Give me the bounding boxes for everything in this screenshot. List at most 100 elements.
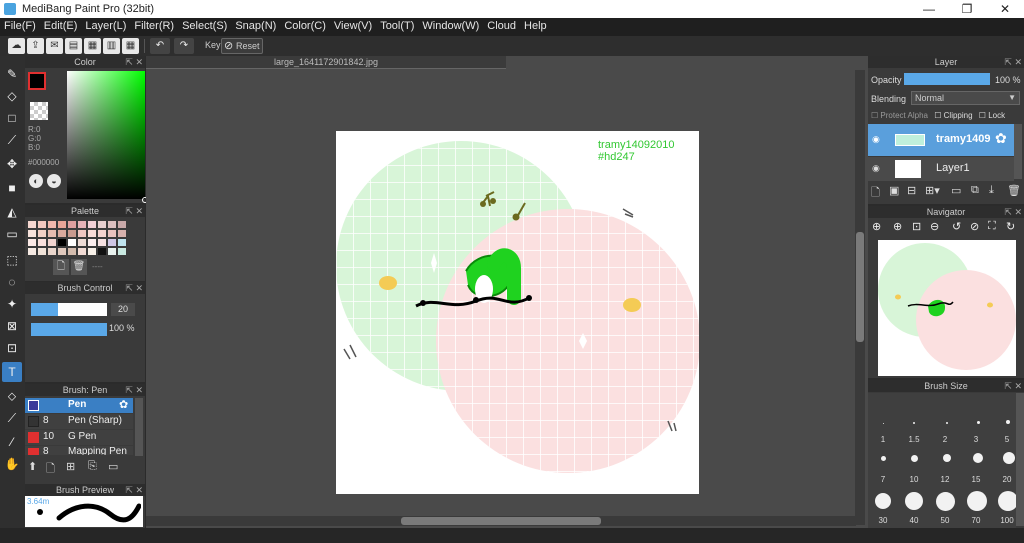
panel-close-icon[interactable]: ⇱ ✕: [125, 282, 143, 294]
text-tool-icon[interactable]: T: [2, 362, 22, 382]
size-dot[interactable]: [911, 455, 918, 462]
palette-swatch[interactable]: [27, 229, 37, 238]
document-tab[interactable]: large_1641172901842.jpg: [146, 56, 506, 69]
palette-swatch[interactable]: [77, 220, 87, 229]
brush-item-pen-sharp[interactable]: 8 Pen (Sharp): [25, 414, 133, 429]
palette-swatch[interactable]: [47, 229, 57, 238]
brush-item-g-pen[interactable]: 10 G Pen: [25, 430, 133, 445]
horizontal-scroll-thumb[interactable]: [401, 517, 601, 525]
palette-swatch[interactable]: [107, 238, 117, 247]
palette-swatch[interactable]: [37, 247, 47, 256]
brush-item-pen[interactable]: Pen ✿: [25, 398, 133, 413]
horizontal-scrollbar[interactable]: [146, 516, 856, 526]
duplicate-layer-icon[interactable]: ⧉: [971, 184, 979, 197]
brush-copy-icon[interactable]: ⎘: [88, 460, 97, 473]
palette-swatch[interactable]: [97, 247, 107, 256]
palette-swatch[interactable]: [117, 247, 127, 256]
zoom-in-icon[interactable]: ⊕: [893, 220, 902, 233]
gradient-tool-icon[interactable]: ▭: [2, 224, 22, 244]
brush-tool-icon[interactable]: ✎: [2, 64, 22, 84]
menu-window[interactable]: Window(W): [418, 18, 483, 32]
palette-swatch[interactable]: [87, 247, 97, 256]
comment-icon[interactable]: ✉: [46, 38, 63, 54]
palette-swatch[interactable]: [117, 238, 127, 247]
layer-row-selected[interactable]: ◉ tramy1409 ✿: [868, 124, 1014, 156]
minimize-button[interactable]: —: [910, 0, 948, 18]
palette-swatch[interactable]: [117, 229, 127, 238]
size-dot[interactable]: [1003, 452, 1015, 464]
eyedropper-icon[interactable]: ⟋: [2, 408, 22, 428]
brush-size-scrollbar[interactable]: [1016, 393, 1024, 526]
line-tool-icon[interactable]: ⟋: [2, 130, 22, 150]
trash-icon[interactable]: 🗑: [1007, 184, 1021, 197]
menu-select[interactable]: Select(S): [178, 18, 231, 32]
menu-file[interactable]: File(F): [0, 18, 40, 32]
size-dot[interactable]: [881, 456, 886, 461]
undo-icon[interactable]: ↶: [150, 38, 170, 54]
panel-close-icon[interactable]: ⇱ ✕: [1004, 206, 1022, 218]
palette-swatch[interactable]: [47, 220, 57, 229]
new-layer-8bit-icon[interactable]: ⊟: [907, 184, 916, 197]
reset-rotation-icon[interactable]: ⊘: [970, 220, 979, 233]
palette-icon[interactable]: ◒: [47, 174, 61, 188]
protect-alpha-checkbox[interactable]: ☐: [871, 111, 880, 120]
select-rect-icon[interactable]: ⬚: [2, 250, 22, 270]
palette-swatch[interactable]: [77, 229, 87, 238]
palette-swatch[interactable]: [97, 220, 107, 229]
close-button[interactable]: ✕: [986, 0, 1024, 18]
layout-icon[interactable]: ▦: [122, 38, 139, 54]
palette-swatch[interactable]: [37, 238, 47, 247]
hand-tool-icon[interactable]: ✋: [2, 454, 22, 474]
size-dot[interactable]: [973, 453, 983, 463]
palette-swatch[interactable]: [117, 220, 127, 229]
menu-edit[interactable]: Edit(E): [40, 18, 82, 32]
brush-size-slider[interactable]: [31, 303, 107, 316]
color-wheel-icon[interactable]: ◐: [29, 174, 43, 188]
rotate-left-icon[interactable]: ↺: [952, 220, 961, 233]
size-dot[interactable]: [946, 422, 948, 424]
fullscreen-icon[interactable]: ⛶: [988, 220, 996, 233]
vertical-scrollbar[interactable]: [855, 70, 865, 525]
palette-swatch[interactable]: [67, 220, 77, 229]
palette-swatch[interactable]: [27, 220, 37, 229]
chat-icon[interactable]: ▤: [65, 38, 82, 54]
vertical-scroll-thumb[interactable]: [856, 232, 864, 342]
palette-swatch[interactable]: [87, 229, 97, 238]
size-dot[interactable]: [1006, 420, 1010, 424]
menu-layer[interactable]: Layer(L): [81, 18, 130, 32]
panel-close-icon[interactable]: ⇱ ✕: [1004, 380, 1022, 392]
eraser-tool-icon[interactable]: ◇: [2, 86, 22, 106]
flip-icon[interactable]: ↻: [1006, 220, 1015, 233]
layer-scrollbar[interactable]: [1014, 124, 1022, 179]
maximize-button[interactable]: ❐: [948, 0, 986, 18]
palette-swatch[interactable]: [27, 247, 37, 256]
palette-swatch[interactable]: [107, 247, 117, 256]
size-dot[interactable]: [883, 423, 884, 424]
palette-swatch[interactable]: [47, 247, 57, 256]
lock-checkbox[interactable]: ☐: [979, 111, 988, 120]
zoom-in-icon[interactable]: ⊕: [872, 220, 881, 233]
menu-tool[interactable]: Tool(T): [376, 18, 418, 32]
zoom-out-icon[interactable]: ⊖: [930, 220, 939, 233]
palette-swatch[interactable]: [37, 220, 47, 229]
magic-wand-icon[interactable]: ✦: [2, 294, 22, 314]
palette-swatch[interactable]: [57, 220, 67, 229]
layer-opacity-slider[interactable]: [904, 73, 990, 85]
palette-swatch[interactable]: [57, 247, 67, 256]
menu-filter[interactable]: Filter(R): [130, 18, 178, 32]
palette-swatch[interactable]: [27, 238, 37, 247]
select-eraser-icon[interactable]: ⊡: [2, 338, 22, 358]
layer-visibility-icon[interactable]: ◉: [872, 134, 880, 145]
palette-swatch[interactable]: [37, 229, 47, 238]
document-icon[interactable]: ▦: [84, 38, 101, 54]
brush-item-mapping-pen[interactable]: 8 Mapping Pen: [25, 446, 133, 455]
brush-settings-icon[interactable]: ⊞: [66, 460, 75, 473]
reset-button[interactable]: ⊘ Reset: [221, 38, 263, 54]
fill-rect-icon[interactable]: ■: [2, 178, 22, 198]
size-dot[interactable]: [913, 422, 915, 424]
palette-swatch[interactable]: [57, 238, 67, 247]
size-dot[interactable]: [967, 491, 987, 511]
foreground-color-swatch[interactable]: [28, 72, 46, 90]
palette-swatch[interactable]: [97, 238, 107, 247]
panel-close-icon[interactable]: ⇱ ✕: [125, 384, 143, 396]
